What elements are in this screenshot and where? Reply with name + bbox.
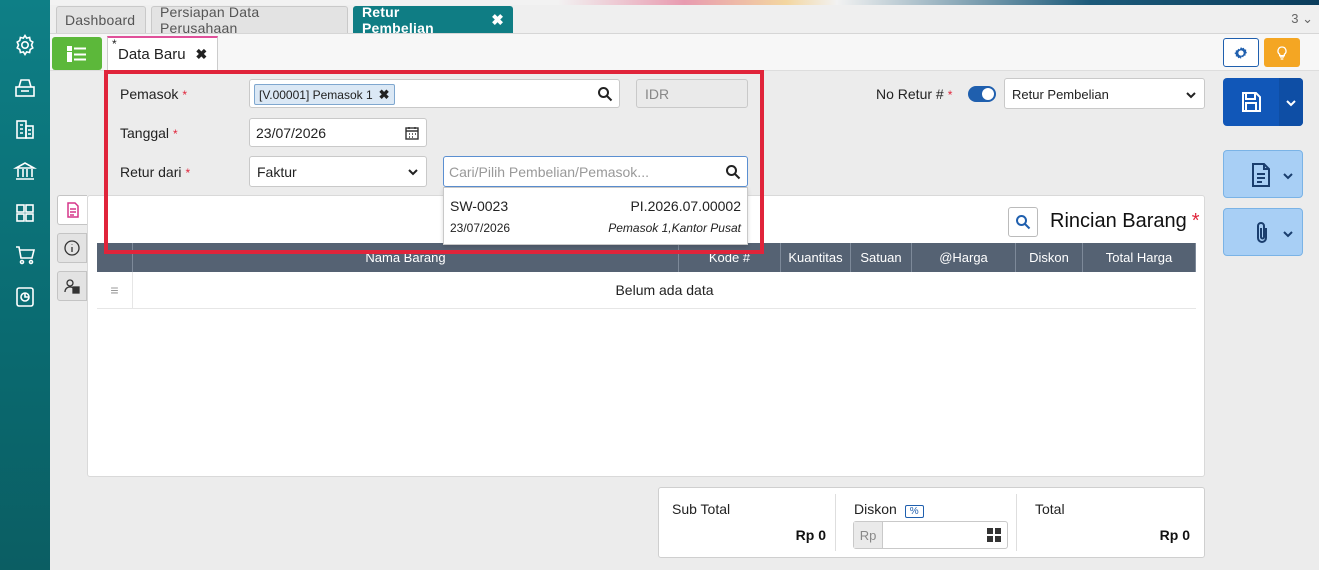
vtab-info[interactable] — [57, 233, 87, 263]
document-tab-bar: * Data Baru ✖ — [50, 34, 1319, 71]
transaction-type-value: Retur Pembelian — [1012, 87, 1109, 102]
empty-message: Belum ada data — [615, 282, 714, 298]
vtab-user-detail[interactable] — [57, 271, 87, 301]
tab-retur-pembelian[interactable]: Retur Pembelian ✖ — [353, 4, 513, 36]
diskon-percent-toggle[interactable]: % — [904, 505, 924, 518]
document-actions-button[interactable] — [1223, 150, 1303, 198]
lightbulb-icon — [1277, 45, 1287, 60]
tips-button[interactable] — [1264, 38, 1300, 67]
drag-handle-icon[interactable]: ≡ — [97, 272, 133, 308]
col-harga[interactable]: @Harga — [912, 243, 1016, 272]
detail-title: Rincian Barang * — [1050, 210, 1200, 232]
save-icon — [1242, 92, 1261, 112]
chevron-down-icon — [1283, 173, 1293, 180]
tab-dashboard[interactable]: Dashboard — [56, 6, 146, 33]
save-options-button[interactable] — [1279, 78, 1303, 126]
chevron-down-icon — [1283, 231, 1293, 238]
total-label: Total — [1035, 501, 1065, 517]
user-card-icon — [64, 279, 80, 294]
subtotal-value: Rp 0 — [795, 527, 826, 543]
auto-number-toggle[interactable] — [968, 86, 996, 102]
col-satuan[interactable]: Satuan — [851, 243, 912, 272]
gear-icon[interactable] — [11, 31, 39, 59]
chevron-down-icon — [1286, 100, 1296, 107]
main-tab-bar: Dashboard Persiapan Data Perusahaan Retu… — [50, 4, 1319, 36]
chevron-down-icon — [1186, 92, 1196, 99]
tab-count-dropdown[interactable]: 3 ⌄ — [1291, 11, 1313, 27]
document-icon — [66, 202, 79, 218]
diskon-label: Diskon % — [854, 501, 924, 518]
left-sidebar — [0, 0, 50, 570]
highlight-box — [104, 70, 764, 254]
tab-label: Persiapan Data Perusahaan — [160, 4, 260, 36]
chevron-down-icon: ⌄ — [1302, 11, 1313, 26]
attachment-button[interactable] — [1223, 208, 1303, 256]
vtab-document[interactable] — [57, 195, 87, 225]
transaction-type-select[interactable]: Retur Pembelian — [1004, 78, 1205, 109]
divider — [835, 494, 836, 551]
list-icon — [67, 45, 86, 62]
report-icon[interactable] — [11, 283, 39, 311]
total-value: Rp 0 — [1159, 527, 1190, 543]
gear-icon — [1234, 46, 1247, 59]
document-icon — [1252, 163, 1270, 187]
no-retur-label: No Retur # * — [876, 86, 953, 102]
cart-icon[interactable] — [11, 241, 39, 269]
diskon-prefix: Rp — [854, 522, 883, 548]
search-icon — [1016, 215, 1031, 230]
calculator-icon[interactable] — [987, 528, 1001, 542]
register-icon[interactable] — [11, 73, 39, 101]
totals-panel: Sub Total Rp 0 Diskon % Rp Total Rp 0 — [658, 487, 1205, 558]
bank-icon[interactable] — [11, 157, 39, 185]
tab-label: Retur Pembelian — [362, 4, 434, 36]
building-icon[interactable] — [11, 115, 39, 143]
divider — [1016, 494, 1017, 551]
col-total-harga[interactable]: Total Harga — [1083, 243, 1196, 272]
tab-label: Dashboard — [65, 12, 136, 28]
tab-count: 3 — [1291, 11, 1299, 26]
list-menu-button[interactable] — [52, 37, 102, 70]
subtotal-label: Sub Total — [672, 501, 731, 517]
col-diskon[interactable]: Diskon — [1016, 243, 1083, 272]
tab-data-baru[interactable]: * Data Baru ✖ — [107, 36, 218, 70]
detail-search-button[interactable] — [1008, 207, 1038, 237]
close-icon[interactable]: ✖ — [196, 46, 208, 63]
modified-marker: * — [112, 37, 117, 51]
tab-persiapan-data[interactable]: Persiapan Data Perusahaan — [151, 4, 348, 36]
diskon-input[interactable]: Rp — [853, 521, 1008, 549]
table-row: ≡ Belum ada data — [97, 272, 1196, 309]
inventory-icon[interactable] — [11, 199, 39, 227]
settings-button[interactable] — [1223, 38, 1259, 67]
col-kuantitas[interactable]: Kuantitas — [781, 243, 851, 272]
paperclip-icon — [1257, 222, 1267, 243]
close-icon[interactable]: ✖ — [491, 11, 504, 29]
subtab-label: Data Baru — [118, 45, 186, 63]
info-icon — [64, 240, 80, 256]
